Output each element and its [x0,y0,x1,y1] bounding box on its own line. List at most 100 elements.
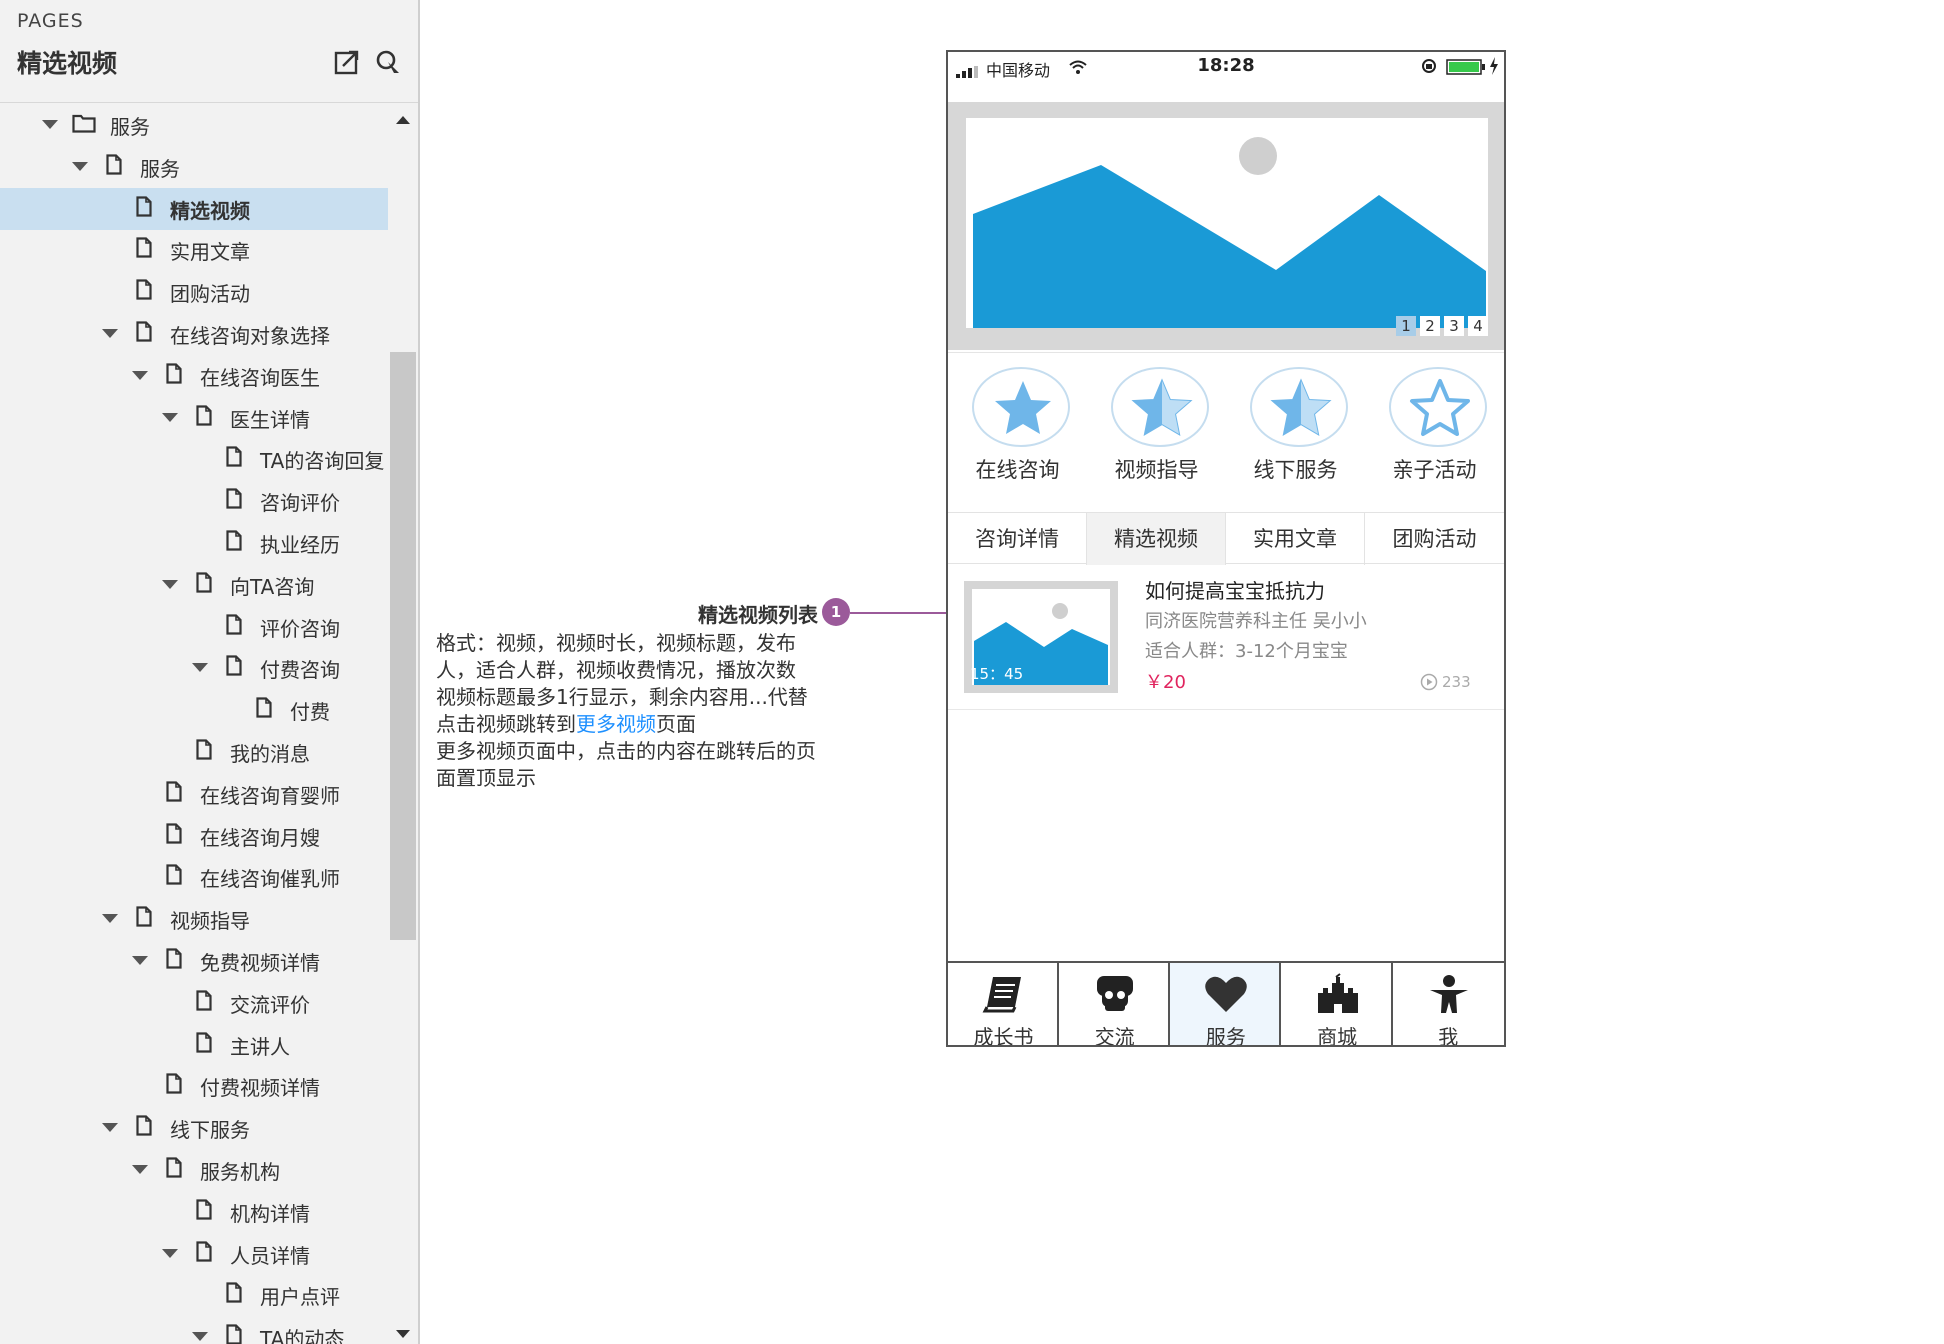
expand-caret-icon[interactable] [132,370,148,380]
video-title[interactable]: 如何提高宝宝抵抗力 [1145,575,1325,604]
tree-item[interactable]: 在线咨询月嫂 [0,815,388,857]
export-icon[interactable] [333,48,361,76]
tree-item[interactable]: 用户点评 [0,1274,388,1316]
tree-item[interactable]: 评价咨询 [0,606,388,648]
annotation-body: 格式：视频，视频时长，视频标题，发布 人，适合人群，视频收费情况，播放次数 视频… [436,630,846,792]
segment-tab[interactable]: 咨询详情 [948,513,1087,565]
quick-entry-label: 亲子活动 [1392,458,1477,482]
tab-bar-label: 成长书 [973,1025,1034,1047]
banner-carousel[interactable] [948,102,1504,350]
tree-item[interactable]: 人员详情 [0,1233,388,1275]
tree-item[interactable]: TA的咨询回复 [0,438,388,480]
page-icon [136,279,152,300]
tab-bar-item[interactable]: 我 [1393,963,1504,1045]
tree-item[interactable]: 在线咨询医生 [0,355,388,397]
expand-caret-icon[interactable] [42,120,58,129]
tree-item[interactable]: 付费咨询 [0,647,388,689]
tree-item[interactable]: 执业经历 [0,522,388,564]
expand-caret-icon[interactable] [132,1165,148,1174]
carousel-dot[interactable]: 3 [1444,316,1464,336]
page-icon [136,321,152,342]
video-duration: 15：45 [970,665,1024,683]
expand-caret-icon[interactable] [162,412,178,422]
scroll-down-arrow-icon[interactable] [396,1330,410,1338]
tree-item-label: 人员详情 [230,1243,310,1268]
tree-item[interactable]: 实用文章 [0,229,388,271]
tree-item-label: 付费咨询 [260,658,340,683]
expand-caret-icon[interactable] [72,161,88,171]
page-icon [196,572,212,593]
annotation-connector [850,612,960,614]
expand-caret-icon[interactable] [132,956,148,965]
tree-item-label: 服务 [140,156,180,181]
quick-entry[interactable]: 亲子活动 [1365,353,1504,509]
scroll-up-arrow-icon[interactable] [396,116,410,124]
annotation-line: 人，适合人群，视频收费情况，播放次数 [436,658,796,682]
tree-item[interactable]: 付费 [0,689,388,731]
segment-tab[interactable]: 实用文章 [1226,513,1365,565]
quick-entry[interactable]: 视频指导 [1087,353,1226,509]
tree-item[interactable]: 在线咨询对象选择 [0,313,388,355]
page-icon [196,1240,212,1262]
tree-item[interactable]: 在线咨询催乳师 [0,856,388,898]
tree-item[interactable]: 免费视频详情 [0,940,388,982]
page-icon [226,613,242,635]
tree-item-label: 医生详情 [230,407,310,432]
tree-item[interactable]: 医生详情 [0,397,388,439]
search-pages-icon[interactable] [374,48,402,76]
tree-item[interactable]: 服务 [0,146,388,188]
tree-item[interactable]: 服务机构 [0,1149,388,1191]
tree-item-label: 线下服务 [170,1118,250,1143]
tree-item[interactable]: TA的动态 [0,1316,388,1344]
tree-item-label: 服务机构 [200,1160,280,1184]
tree-item[interactable]: 服务 [0,104,388,146]
segment-tab[interactable]: 精选视频 [1087,513,1226,565]
tree-item[interactable]: 在线咨询育婴师 [0,773,388,815]
expand-caret-icon[interactable] [192,1332,208,1342]
expand-caret-icon[interactable] [102,329,118,338]
tab-bar-item[interactable]: 交流 [1059,963,1171,1045]
expand-caret-icon[interactable] [162,579,178,589]
page-icon [226,488,242,509]
quick-entry[interactable]: 在线咨询 [948,353,1087,509]
segment-tab[interactable]: 团购活动 [1365,513,1504,565]
expand-caret-icon[interactable] [102,1123,118,1133]
battery-icon [1446,59,1485,75]
tree-item[interactable]: 线下服务 [0,1107,388,1149]
tab-bar-item[interactable]: 成长书 [948,963,1059,1047]
page-icon [226,530,242,551]
quick-entry-row: 在线咨询 视频指导 线下服务 亲子活动 [948,352,1504,508]
chat-icon [1092,973,1138,1015]
expand-caret-icon[interactable] [162,1248,178,1258]
tree-item[interactable]: 主讲人 [0,1024,388,1066]
tree-item[interactable]: 付费视频详情 [0,1065,388,1107]
expand-caret-icon[interactable] [102,914,118,924]
more-videos-link[interactable]: 更多视频 [576,712,656,736]
quick-entry[interactable]: 线下服务 [1226,353,1365,509]
carousel-dot[interactable]: 1 [1396,316,1416,336]
quick-entry-label: 在线咨询 [975,458,1060,482]
tree-item[interactable]: 咨询评价 [0,480,388,522]
annotation-badge[interactable]: 1 [822,598,850,626]
tree-scrollbar-thumb[interactable] [390,352,416,940]
tree-item-label: 主讲人 [230,1034,290,1059]
tab-bar-item[interactable]: 商城 [1282,963,1393,1045]
pages-header: PAGES 精选视频 [0,0,418,103]
video-list-item[interactable]: 15：45 如何提高宝宝抵抗力 同济医院营养科主任 吴小小 适合人群：3-12个… [948,565,1504,710]
tree-item[interactable]: 机构详情 [0,1191,388,1233]
tab-bar-item[interactable]: 服务 [1170,963,1282,1045]
tree-item[interactable]: 精选视频 [0,187,388,230]
page-icon [196,1031,212,1053]
tree-item-label: 咨询评价 [260,491,340,516]
tree-item-label: 付费视频详情 [200,1076,320,1101]
tree-item[interactable]: 我的消息 [0,731,388,773]
page-icon [166,781,182,802]
tree-item[interactable]: 视频指导 [0,898,388,940]
expand-caret-icon[interactable] [192,663,208,673]
carousel-dot[interactable]: 2 [1420,316,1440,336]
tree-item[interactable]: 向TA咨询 [0,564,388,606]
carousel-dot[interactable]: 4 [1468,316,1488,336]
tree-item[interactable]: 团购活动 [0,271,388,313]
page-icon [136,195,152,217]
tree-item[interactable]: 交流评价 [0,982,388,1024]
